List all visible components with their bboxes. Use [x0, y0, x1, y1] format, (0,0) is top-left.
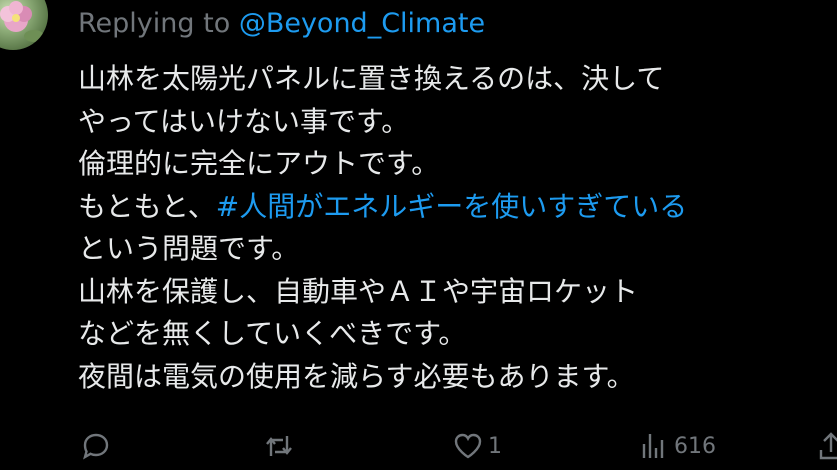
- tweet-line: という問題です。: [78, 232, 300, 265]
- heart-icon: [454, 433, 482, 459]
- tweet-text: 山林を太陽光パネルに置き換えるのは、決して やってはいけない事です。 倫理的に完…: [78, 58, 828, 398]
- like-count: 1: [488, 433, 502, 459]
- like-button[interactable]: 1: [452, 430, 502, 462]
- tweet-line: 山林を太陽光パネルに置き換えるのは、決して: [78, 62, 665, 95]
- avatar[interactable]: [0, 0, 48, 50]
- tweet-line-with-hashtag: もともと、#人間がエネルギーを使いすぎている: [78, 186, 828, 229]
- tweet-line-prefix: もともと、: [78, 189, 216, 223]
- views-count: 616: [674, 433, 716, 459]
- replying-to-line: Replying to @Beyond_Climate: [78, 6, 485, 42]
- tweet-line: などを無くしていくべきです。: [78, 317, 467, 350]
- views-button[interactable]: 616: [638, 430, 716, 462]
- tweet-actions-bar: 1 616: [0, 430, 837, 470]
- replied-user-handle-link[interactable]: @Beyond_Climate: [239, 8, 485, 39]
- replying-to-label: Replying to: [78, 8, 239, 39]
- share-icon: [819, 432, 837, 460]
- tweet-line: 夜間は電気の使用を減らす必要もあります。: [78, 359, 635, 393]
- tweet-line: やってはいけない事です。: [78, 104, 410, 138]
- retweet-icon: [266, 436, 292, 456]
- reply-button[interactable]: [80, 430, 112, 462]
- retweet-button[interactable]: [263, 430, 295, 462]
- share-button[interactable]: [815, 430, 837, 462]
- avatar-flower-image: [0, 1, 44, 42]
- hashtag-link[interactable]: #人間がエネルギーを使いすぎている: [216, 190, 687, 223]
- views-icon: [642, 434, 664, 458]
- tweet-line: 倫理的に完全にアウトです。: [78, 147, 440, 180]
- tweet-line: 山林を保護し、自動車やＡＩや宇宙ロケット: [78, 274, 639, 308]
- reply-icon: [83, 433, 109, 460]
